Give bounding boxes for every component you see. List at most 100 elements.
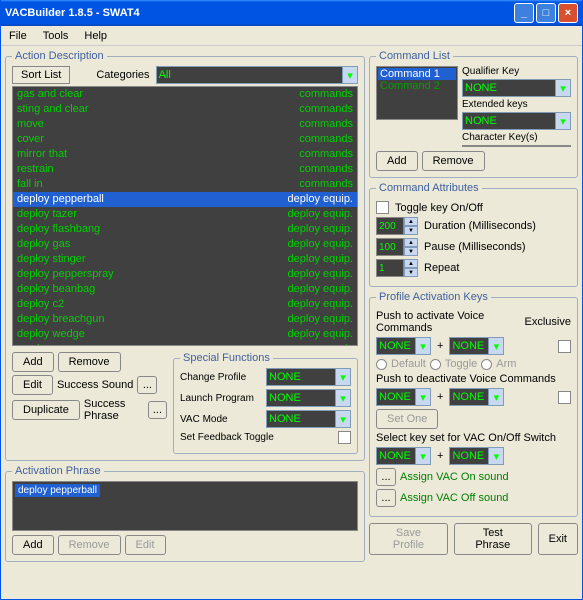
extended-keys-label: Extended keys: [462, 99, 571, 110]
default-radio[interactable]: [376, 359, 387, 370]
chevron-down-icon: ▾: [488, 389, 503, 405]
add-phrase-button[interactable]: Add: [12, 535, 54, 555]
titlebar[interactable]: VACBuilder 1.8.5 - SWAT4 _ □ ×: [1, 0, 582, 26]
action-list-row[interactable]: covercommands: [13, 132, 357, 147]
exclusive-checkbox[interactable]: [558, 340, 571, 353]
success-phrase-browse[interactable]: ...: [148, 401, 167, 419]
toggle-key-checkbox[interactable]: [376, 201, 389, 214]
deactivate-key1-dropdown[interactable]: NONE▾: [376, 388, 431, 406]
chevron-down-icon: ▾: [488, 338, 503, 354]
minimize-button[interactable]: _: [514, 3, 534, 23]
toggle-key-label: Toggle key On/Off: [395, 202, 483, 214]
menu-file[interactable]: File: [5, 28, 31, 44]
push-activate-label: Push to activate Voice Commands: [376, 310, 521, 334]
command-item-2[interactable]: Command 2: [378, 80, 456, 92]
action-list-row[interactable]: deploy gasdeploy equip.: [13, 237, 357, 252]
action-list-row[interactable]: mirror thatcommands: [13, 147, 357, 162]
action-list-row[interactable]: fall incommands: [13, 177, 357, 192]
window-title: VACBuilder 1.8.5 - SWAT4: [5, 7, 140, 19]
action-list-row[interactable]: deploy flashbangdeploy equip.: [13, 222, 357, 237]
action-list-row[interactable]: deploy pepperballdeploy equip.: [13, 192, 357, 207]
pause-label: Pause (Milliseconds): [424, 241, 525, 253]
launch-program-dropdown[interactable]: NONE▾: [266, 389, 351, 407]
sort-list-button[interactable]: Sort List: [12, 66, 70, 84]
assign-on-browse[interactable]: ...: [376, 468, 396, 486]
test-phrase-button[interactable]: Test Phrase: [454, 523, 532, 555]
command-attributes-group: Command Attributes Toggle key On/Off ▲▼ …: [369, 182, 578, 287]
deactivate-key2-dropdown[interactable]: NONE▾: [449, 388, 504, 406]
chevron-down-icon: ▾: [335, 390, 350, 406]
action-description-legend: Action Description: [12, 50, 107, 62]
activate-key1-dropdown[interactable]: NONE▾: [376, 337, 431, 355]
action-list-row[interactable]: deploy tazerdeploy equip.: [13, 207, 357, 222]
remove-action-button[interactable]: Remove: [58, 352, 121, 372]
character-keys-input[interactable]: [462, 145, 571, 147]
remove-command-button[interactable]: Remove: [422, 151, 485, 171]
action-list-row[interactable]: deploy stingerdeploy equip.: [13, 252, 357, 267]
onoff-key2-dropdown[interactable]: NONE▾: [449, 447, 504, 465]
action-list-row[interactable]: sting and clearcommands: [13, 102, 357, 117]
action-list-row[interactable]: gas and clearcommands: [13, 87, 357, 102]
action-list-row[interactable]: deploy c2deploy equip.: [13, 297, 357, 312]
pause-spinner[interactable]: ▲▼: [376, 238, 418, 256]
vac-mode-dropdown[interactable]: NONE▾: [266, 410, 351, 428]
action-list-row[interactable]: deploy breachgundeploy equip.: [13, 312, 357, 327]
repeat-spinner[interactable]: ▲▼: [376, 259, 418, 277]
duration-spinner[interactable]: ▲▼: [376, 217, 418, 235]
change-profile-label: Change Profile: [180, 372, 262, 383]
assign-off-browse[interactable]: ...: [376, 489, 396, 507]
arm-radio[interactable]: [481, 359, 492, 370]
add-command-button[interactable]: Add: [376, 151, 418, 171]
success-phrase-label: Success Phrase: [84, 398, 144, 422]
command-list-legend: Command List: [376, 50, 453, 62]
save-profile-button[interactable]: Save Profile: [369, 523, 448, 555]
command-listbox[interactable]: Command 1 Command 2: [376, 66, 458, 120]
pak-legend: Profile Activation Keys: [376, 291, 491, 303]
edit-action-button[interactable]: Edit: [12, 375, 53, 395]
action-list-row[interactable]: stack upcommands: [13, 342, 357, 346]
categories-dropdown[interactable]: All ▾: [156, 66, 358, 84]
menubar: File Tools Help: [1, 26, 582, 46]
deactivate-exclusive-checkbox[interactable]: [558, 391, 571, 404]
onoff-key1-dropdown[interactable]: NONE▾: [376, 447, 431, 465]
activate-key2-dropdown[interactable]: NONE▾: [449, 337, 504, 355]
action-description-group: Action Description Sort List Categories …: [5, 50, 365, 461]
menu-tools[interactable]: Tools: [39, 28, 73, 44]
action-list-row[interactable]: restraincommands: [13, 162, 357, 177]
action-list-row[interactable]: deploy wedgedeploy equip.: [13, 327, 357, 342]
categories-label: Categories: [96, 69, 149, 81]
action-list-row[interactable]: deploy beanbagdeploy equip.: [13, 282, 357, 297]
exit-button[interactable]: Exit: [538, 523, 578, 555]
command-item-1[interactable]: Command 1: [378, 68, 456, 80]
add-action-button[interactable]: Add: [12, 352, 54, 372]
chevron-down-icon: ▾: [555, 113, 570, 129]
action-list-row[interactable]: movecommands: [13, 117, 357, 132]
launch-program-label: Launch Program: [180, 393, 262, 404]
chevron-down-icon: ▾: [415, 338, 430, 354]
chevron-down-icon: ▾: [335, 369, 350, 385]
special-functions-legend: Special Functions: [180, 352, 273, 364]
toggle-radio[interactable]: [430, 359, 441, 370]
chevron-down-icon: ▾: [335, 411, 350, 427]
qualifier-key-dropdown[interactable]: NONE▾: [462, 79, 571, 97]
success-sound-label: Success Sound: [57, 379, 133, 391]
command-attributes-legend: Command Attributes: [376, 182, 482, 194]
set-one-button[interactable]: Set One: [376, 409, 438, 429]
duplicate-action-button[interactable]: Duplicate: [12, 400, 80, 420]
maximize-button[interactable]: □: [536, 3, 556, 23]
activation-phrase-list[interactable]: deploy pepperball: [12, 481, 358, 531]
close-button[interactable]: ×: [558, 3, 578, 23]
set-feedback-checkbox[interactable]: [338, 431, 351, 444]
remove-phrase-button[interactable]: Remove: [58, 535, 121, 555]
success-sound-browse[interactable]: ...: [137, 376, 157, 394]
action-list[interactable]: gas and clearcommandssting and clearcomm…: [12, 86, 358, 346]
extended-keys-dropdown[interactable]: NONE▾: [462, 112, 571, 130]
chevron-down-icon: ▾: [555, 80, 570, 96]
change-profile-dropdown[interactable]: NONE▾: [266, 368, 351, 386]
activation-phrase-item[interactable]: deploy pepperball: [15, 484, 100, 497]
special-functions-group: Special Functions Change Profile NONE▾ L…: [173, 352, 358, 454]
menu-help[interactable]: Help: [80, 28, 111, 44]
action-list-row[interactable]: deploy pepperspraydeploy equip.: [13, 267, 357, 282]
select-keyset-label: Select key set for VAC On/Off Switch: [376, 432, 556, 444]
edit-phrase-button[interactable]: Edit: [125, 535, 166, 555]
